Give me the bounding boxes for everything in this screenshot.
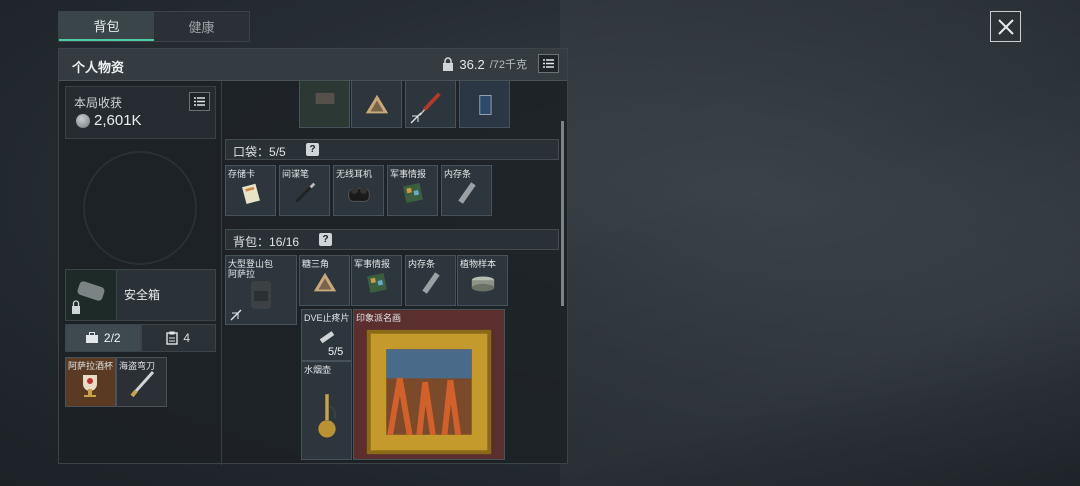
equipment-icon — [315, 92, 334, 104]
tab-clipboard[interactable]: 4 — [140, 324, 216, 352]
backpack-label: 背包：16/16 — [233, 235, 300, 249]
weight-lock-icon — [443, 57, 454, 71]
item-military-intel-2[interactable]: 军事情报 — [351, 255, 402, 306]
item-label: DVE止疼片 — [304, 313, 350, 323]
weight-current: 36.2 — [459, 56, 485, 72]
item-impressionist-painting[interactable]: 印象派名画 — [353, 309, 505, 460]
harvest-amount: 2,601K — [94, 112, 142, 129]
item-top-partial-1[interactable] — [299, 81, 350, 128]
harvest-list-button[interactable] — [189, 92, 210, 111]
weight-display: 36.2 /72千克 — [442, 56, 527, 72]
list-icon — [194, 97, 205, 106]
item-top-partial-4[interactable] — [459, 81, 510, 128]
painting-icon — [366, 329, 492, 455]
sample-jar-icon — [471, 276, 494, 292]
item-sugar-triangle[interactable]: 糖三角 — [299, 255, 350, 306]
item-asala-cup[interactable]: 阿萨拉酒杯 — [65, 357, 116, 407]
container-slot-tabs: 2/2 4 — [65, 324, 216, 352]
safe-box-icon — [72, 281, 105, 314]
earbuds-icon — [347, 186, 370, 202]
item-wireless-earbuds[interactable]: 无线耳机 — [333, 165, 384, 216]
cutlass-icon — [129, 371, 154, 398]
item-pirate-cutlass[interactable]: 海盗弯刀 — [116, 357, 167, 407]
item-label: 水烟壶 — [304, 365, 332, 375]
harvest-value: 2,601K — [76, 112, 142, 129]
intel-tablet-icon — [366, 272, 387, 293]
pocket-count: 5/5 — [269, 145, 286, 159]
ram-stick-icon — [457, 182, 476, 204]
sort-list-button[interactable] — [538, 54, 559, 73]
pocket-section-bar: 口袋：5/5 ? — [225, 139, 559, 160]
item-memory-card[interactable]: 存储卡 — [225, 165, 276, 216]
harvest-label: 本局收获 — [74, 96, 123, 110]
item-plant-sample[interactable]: 植物样本 — [457, 255, 508, 306]
panel-title: 个人物资 — [72, 60, 125, 75]
clipboard-icon — [166, 331, 179, 345]
left-column: 本局收获 2,601K 安全箱 2/2 4 阿萨拉酒杯 海盗弯刀 — [59, 81, 222, 465]
item-dve-painkiller[interactable]: DVE止疼片 5/5 — [301, 309, 352, 361]
clipboard-count: 4 — [183, 331, 191, 345]
triangle-sugar-icon — [365, 94, 388, 113]
intel-tablet-icon — [402, 182, 423, 203]
backpack-section-bar: 背包：16/16 ? — [225, 229, 559, 250]
no-insure-icon — [410, 112, 422, 124]
item-label: 印象派名画 — [356, 313, 402, 323]
backpack-help-icon[interactable]: ? — [319, 233, 332, 246]
item-ram-stick-2[interactable]: 内存条 — [405, 255, 456, 306]
tab-toolbox[interactable]: 2/2 — [65, 324, 141, 352]
hookah-icon — [317, 394, 336, 438]
right-column: 口袋：5/5 ? 存储卡 间谍笔 无线耳机 军事情报 内存条 背包：16/16 … — [223, 81, 567, 465]
backpack-icon — [251, 281, 271, 310]
item-top-partial-3[interactable] — [405, 81, 456, 128]
item-hookah[interactable]: 水烟壶 — [301, 361, 352, 460]
faction-emblem-watermark — [83, 151, 197, 265]
panel-header: 个人物资 36.2 /72千克 — [59, 49, 567, 81]
safe-box-label: 安全箱 — [124, 288, 161, 302]
coin-icon — [76, 113, 90, 128]
item-large-hiking-backpack[interactable]: 大型登山包 阿萨拉 — [225, 255, 297, 325]
memory-card-icon — [241, 183, 260, 204]
close-button[interactable] — [990, 11, 1021, 42]
toolbox-count: 2/2 — [103, 331, 121, 345]
weight-max: /72千克 — [489, 59, 527, 71]
item-spy-pen[interactable]: 间谍笔 — [279, 165, 330, 216]
close-icon — [997, 18, 1014, 35]
safe-box-thumbnail — [66, 270, 117, 320]
pocket-label: 口袋：5/5 — [233, 145, 286, 159]
harvest-box: 本局收获 2,601K — [65, 86, 216, 139]
top-tabs: 背包 健康 — [58, 11, 250, 42]
pen-icon — [295, 182, 315, 203]
triangle-sugar-icon — [313, 272, 336, 292]
inventory-scrollbar[interactable] — [561, 121, 564, 306]
item-ram-stick[interactable]: 内存条 — [441, 165, 492, 216]
ram-stick-icon — [421, 272, 440, 294]
tab-backpack[interactable]: 背包 — [59, 12, 154, 41]
list-icon — [543, 59, 554, 68]
item-count: 5/5 — [328, 346, 344, 358]
backpack-count: 16/16 — [269, 235, 300, 249]
radio-icon — [478, 94, 491, 115]
tab-health[interactable]: 健康 — [154, 12, 249, 41]
pocket-help-icon[interactable]: ? — [306, 143, 319, 156]
item-military-intel[interactable]: 军事情报 — [387, 165, 438, 216]
inventory-panel: 个人物资 36.2 /72千克 本局收获 2,601K 安全箱 2/2 4 阿萨… — [58, 48, 568, 465]
toolbox-icon — [85, 332, 98, 343]
no-insure-icon — [230, 309, 242, 321]
background — [560, 0, 1080, 486]
item-label: 存储卡 — [228, 169, 256, 179]
item-top-partial-2[interactable] — [351, 81, 402, 128]
safe-box-slot[interactable]: 安全箱 — [65, 269, 216, 321]
goblet-icon — [82, 375, 97, 398]
safe-box-items: 阿萨拉酒杯 海盗弯刀 — [65, 357, 167, 407]
